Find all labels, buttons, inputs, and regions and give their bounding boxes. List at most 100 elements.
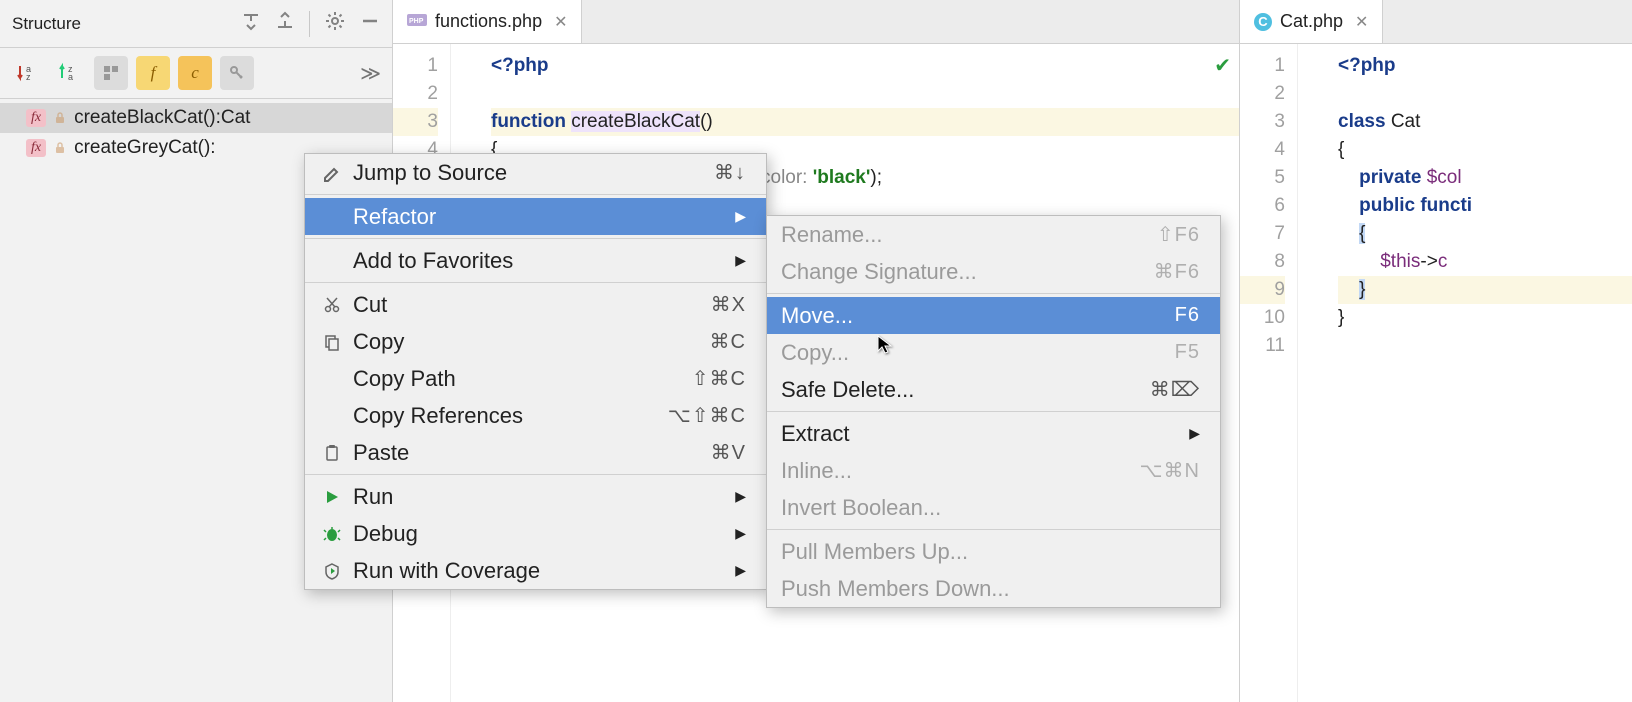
menu-label: Refactor <box>353 204 735 230</box>
menu-shortcut: ⌥⇧⌘C <box>668 403 746 428</box>
menu-shortcut: ⌘X <box>711 292 746 317</box>
coverage-icon <box>319 562 345 580</box>
menu-refactor[interactable]: Refactor ▶ <box>305 198 766 235</box>
filter-c-icon[interactable]: c <box>178 56 212 90</box>
menu-paste[interactable]: Paste ⌘V <box>305 434 766 471</box>
line-number: 1 <box>393 52 438 80</box>
editor-pane-right: C Cat.php ✕ 1 2 3 4 5 6 7 8 9 10 11 <box>1240 0 1632 702</box>
code-token: 'black' <box>813 167 871 188</box>
menu-label: Add to Favorites <box>353 248 735 274</box>
menu-label: Rename... <box>781 222 1157 248</box>
menu-separator <box>305 238 766 239</box>
line-number: 9 <box>1240 276 1285 304</box>
show-fields-icon[interactable] <box>94 56 128 90</box>
copy-icon <box>319 333 345 351</box>
menu-run[interactable]: Run ▶ <box>305 478 766 515</box>
code-token: () <box>700 111 713 132</box>
code-token: ); <box>870 167 882 188</box>
tab-functions-php[interactable]: PHP functions.php ✕ <box>393 0 582 43</box>
code-token: } <box>1359 279 1365 300</box>
more-icon[interactable]: ≫ <box>360 61 382 86</box>
function-icon: fx <box>26 139 46 157</box>
tab-label: Cat.php <box>1280 11 1343 32</box>
mouse-cursor-icon <box>876 334 896 354</box>
code-token: functi <box>1420 195 1472 216</box>
run-icon <box>319 489 345 505</box>
lock-icon <box>54 142 66 154</box>
menu-label: Copy <box>353 329 710 355</box>
menu-shortcut: ⇧F6 <box>1157 222 1200 247</box>
tree-item-createBlackCat[interactable]: fx createBlackCat():Cat <box>0 103 392 133</box>
tab-bar-left: PHP functions.php ✕ <box>393 0 1239 44</box>
menu-shortcut: ⌘↓ <box>714 160 746 185</box>
menu-copy-path[interactable]: Copy Path ⇧⌘C <box>305 360 766 397</box>
chevron-right-icon: ▶ <box>735 488 746 505</box>
menu-shortcut: ⌘⌦ <box>1150 377 1200 402</box>
menu-move[interactable]: Move... F6 <box>767 297 1220 334</box>
menu-separator <box>305 194 766 195</box>
menu-label: Run with Coverage <box>353 558 735 584</box>
minimize-icon[interactable] <box>360 11 380 36</box>
menu-label: Safe Delete... <box>781 377 1150 403</box>
menu-separator <box>305 474 766 475</box>
line-number: 10 <box>1240 304 1285 332</box>
function-icon: fx <box>26 109 46 127</box>
menu-shortcut: F5 <box>1175 341 1200 364</box>
menu-label: Cut <box>353 292 711 318</box>
tab-cat-php[interactable]: C Cat.php ✕ <box>1240 0 1383 43</box>
svg-text:z: z <box>26 72 31 82</box>
filter-key-icon[interactable] <box>220 56 254 90</box>
menu-jump-to-source[interactable]: Jump to Source ⌘↓ <box>305 154 766 191</box>
menu-safe-delete[interactable]: Safe Delete... ⌘⌦ <box>767 371 1220 408</box>
svg-text:PHP: PHP <box>409 18 424 25</box>
filter-f-icon[interactable]: f <box>136 56 170 90</box>
menu-separator <box>767 411 1220 412</box>
edit-icon <box>319 164 345 182</box>
svg-text:a: a <box>68 72 73 82</box>
menu-label: Inline... <box>781 458 1140 484</box>
code-token: $this <box>1380 251 1420 272</box>
class-file-icon: C <box>1254 13 1272 31</box>
menu-extract[interactable]: Extract ▶ <box>767 415 1220 452</box>
menu-run-coverage[interactable]: Run with Coverage ▶ <box>305 552 766 589</box>
gear-icon[interactable] <box>324 10 346 37</box>
gutter: 1 2 3 4 5 6 7 8 9 10 11 <box>1240 44 1298 702</box>
close-icon[interactable]: ✕ <box>554 12 567 32</box>
menu-add-favorites[interactable]: Add to Favorites ▶ <box>305 242 766 279</box>
code-editor-right[interactable]: 1 2 3 4 5 6 7 8 9 10 11 <?php class Cat <box>1240 44 1632 702</box>
sort-alpha-desc-icon[interactable]: za <box>52 56 86 90</box>
menu-copy-references[interactable]: Copy References ⌥⇧⌘C <box>305 397 766 434</box>
menu-shortcut: ⌘V <box>711 440 746 465</box>
chevron-right-icon: ▶ <box>735 252 746 269</box>
tree-item-label: createGreyCat(): <box>74 137 215 159</box>
menu-change-signature: Change Signature... ⌘F6 <box>767 253 1220 290</box>
chevron-right-icon: ▶ <box>1189 425 1200 442</box>
menu-label: Run <box>353 484 735 510</box>
code-token: private <box>1359 167 1421 188</box>
menu-copy-refactor: Copy... F5 <box>767 334 1220 371</box>
line-number: 1 <box>1240 52 1285 80</box>
menu-cut[interactable]: Cut ⌘X <box>305 286 766 323</box>
structure-header: Structure <box>0 0 392 48</box>
collapse-icon[interactable] <box>275 11 295 36</box>
php-file-icon: PHP <box>407 14 427 30</box>
line-number: 4 <box>1240 136 1285 164</box>
menu-label: Jump to Source <box>353 160 714 186</box>
code-token: createBlackCat <box>571 111 700 132</box>
code-token: { <box>1338 139 1344 160</box>
code-content[interactable]: <?php class Cat { private $col public fu… <box>1298 44 1632 702</box>
menu-copy[interactable]: Copy ⌘C <box>305 323 766 360</box>
menu-label: Invert Boolean... <box>781 495 1200 521</box>
expand-icon[interactable] <box>241 11 261 36</box>
sort-alpha-asc-icon[interactable]: az <box>10 56 44 90</box>
menu-label: Copy References <box>353 403 668 429</box>
menu-label: Debug <box>353 521 735 547</box>
menu-debug[interactable]: Debug ▶ <box>305 515 766 552</box>
context-menu: Jump to Source ⌘↓ Refactor ▶ Add to Favo… <box>304 153 767 590</box>
chevron-right-icon: ▶ <box>735 525 746 542</box>
close-icon[interactable]: ✕ <box>1355 12 1368 32</box>
divider <box>309 11 310 37</box>
menu-label: Push Members Down... <box>781 576 1200 602</box>
menu-inline: Inline... ⌥⌘N <box>767 452 1220 489</box>
menu-label: Paste <box>353 440 711 466</box>
